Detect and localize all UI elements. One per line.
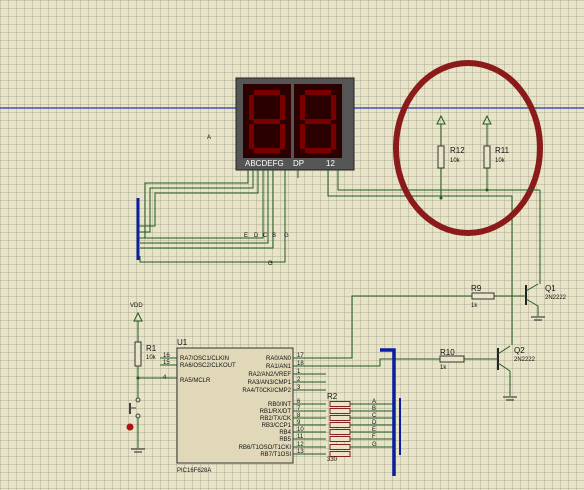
mcu-pin-label: RA1/AN1 [266, 364, 292, 370]
mcu-pin-label: RB2/TX/CK [260, 416, 291, 422]
net-label: D [372, 420, 377, 426]
seven-segment-display[interactable]: ABCDEFG DP 12 [235, 77, 355, 171]
mcu-pin-label: RA3/AN3/CMP1 [248, 380, 292, 386]
resistor-r12[interactable]: R12 10k [436, 114, 465, 198]
r1-name: R1 [146, 344, 157, 353]
mcu-pin-label: RA6/OSC2/CLKOUT [180, 363, 236, 369]
mcu-pin-label: RA4/T0CKI/CMP2 [242, 388, 291, 394]
r9-name: R9 [471, 284, 482, 293]
mcu-pin-num: 18 [297, 361, 304, 367]
r10-value: 1k [440, 365, 447, 371]
mcu-pin-num: 12 [297, 442, 304, 448]
transistor-q2[interactable]: Q2 2N2222 [497, 300, 536, 401]
svg-text:D: D [254, 233, 259, 239]
mcu-pin-num: 17 [297, 353, 304, 359]
r11-name: R11 [495, 146, 510, 155]
mcu-pin-num: 10 [297, 427, 304, 433]
display-pin-label-digits: 12 [326, 159, 335, 168]
q1-model: 2N2222 [545, 295, 567, 301]
mcu-pin-num: 16 [163, 353, 170, 359]
mcu-pin-label: RA5/MCLR [180, 378, 211, 384]
resistor-pack-r2[interactable]: R2 330 [327, 392, 394, 463]
r2-elements [329, 401, 394, 457]
mcu-name: U1 [177, 338, 188, 347]
r1-value: 10k [146, 355, 157, 361]
net-label: B [372, 406, 376, 412]
right-net-labels: ABCDEFG [372, 399, 377, 448]
q2-model: 2N2222 [514, 357, 536, 363]
r9-value: 1k [471, 303, 478, 309]
mcu-pin-label: RA7/OSC1/CLKIN [180, 356, 229, 362]
vdd-label: VDD [130, 303, 143, 309]
svg-text:E: E [244, 233, 248, 239]
mcu-part: PIC16F628A [177, 468, 211, 474]
svg-text:C: C [263, 233, 268, 239]
display-pin-label-dp: DP [293, 159, 304, 168]
transistor-q1[interactable]: Q1 2N2222 [520, 189, 567, 321]
q1-name: Q1 [545, 284, 556, 293]
vdd-supply[interactable]: VDD [130, 303, 143, 342]
mcu-pin-label: RA0/AN0 [266, 356, 292, 362]
mcu-pin-num: 13 [297, 449, 304, 455]
net-label: A [372, 399, 376, 405]
resistor-r10[interactable]: R10 1k [310, 348, 498, 371]
svg-text:G: G [284, 233, 289, 239]
mcu-pin-label: RB3/CCP1 [262, 423, 292, 429]
resistor-r9[interactable]: R9 1k [310, 284, 526, 359]
mcu-pin-label: RA2/AN2/VREF [248, 372, 291, 378]
svg-text:B: B [272, 233, 276, 239]
mcu-pin-label: RB6/T1OSO/T1CKI [239, 445, 292, 451]
mcu-pin-label: RB1/RX/DT [260, 409, 292, 415]
schematic-canvas[interactable]: ABCDEFG DP 12 A E D C B G G R12 10k R11 … [0, 0, 584, 490]
r11-value: 10k [495, 158, 506, 164]
mcu-pin-num: 11 [297, 434, 304, 440]
net-label: E [372, 427, 376, 433]
r2-name: R2 [327, 392, 338, 401]
net-label: F [372, 434, 376, 440]
r12-name: R12 [450, 146, 465, 155]
mcu-pin-label: RB4 [279, 430, 291, 436]
mcu-u1[interactable]: U1 PIC16F628A 16 RA7/OSC1/CLKIN 15 RA6/OSC2… [160, 338, 326, 474]
resistor-r1[interactable]: R1 10k [134, 341, 157, 398]
right-bus [380, 348, 396, 476]
resistor-r11[interactable]: R11 10k [482, 114, 510, 190]
display-pin-label-segments: ABCDEFG [245, 159, 284, 168]
reset-pushbutton[interactable] [126, 397, 146, 453]
r2-value: 330 [327, 457, 338, 463]
mcu-pin-num: 15 [163, 360, 170, 366]
net-label: G [372, 442, 377, 448]
r12-value: 10k [450, 158, 461, 164]
display-side-label: A [207, 135, 211, 141]
q2-name: Q2 [514, 346, 525, 355]
mcu-pin-label: RB0/INT [268, 402, 291, 408]
net-label: C [372, 413, 377, 419]
mcu-pin-label: RB7/T1OSI [260, 452, 291, 458]
mcu-pin-label: RB5 [279, 437, 291, 443]
r10-name: R10 [440, 348, 455, 357]
highlight-ellipse [393, 60, 543, 236]
bus-label-g: G [268, 261, 273, 267]
